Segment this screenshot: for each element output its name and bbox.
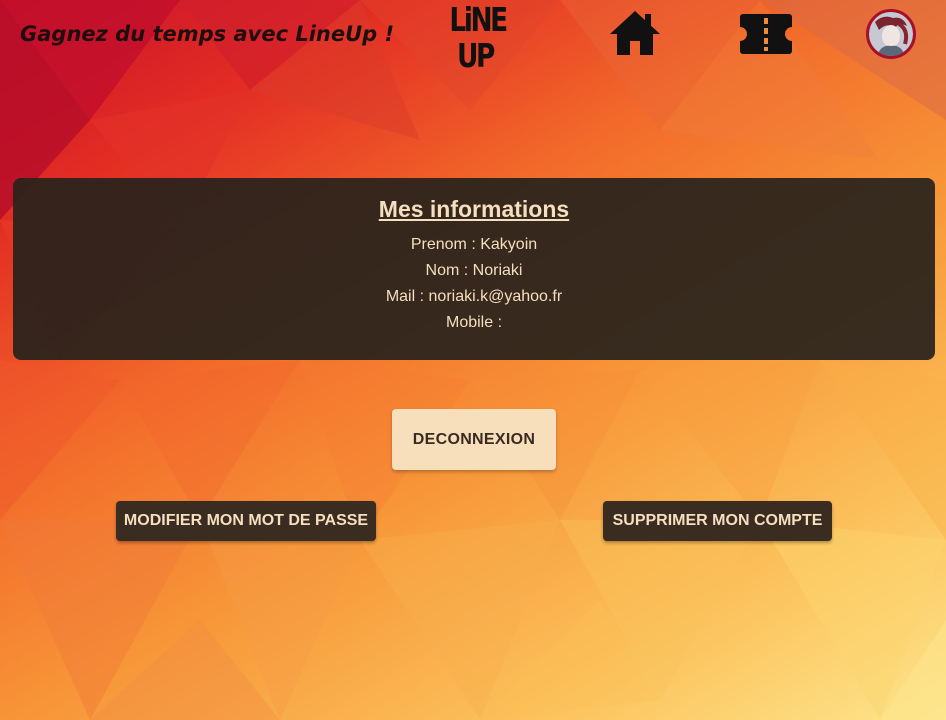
mail-label: Mail [385,288,416,305]
info-title: Mes informations [378,196,570,222]
mail-value: noriaki.k@yahoo.fr [428,288,563,305]
logo-text-top: LiNE [449,0,508,39]
prenom-label: Prenom [410,236,467,253]
tagline: Gagnez du temps avec LineUp ! [20,22,395,46]
info-row-mobile: Mobile : [445,314,503,331]
logout-button[interactable]: DECONNEXION [392,409,556,470]
mobile-label: Mobile [445,314,494,331]
nom-label: Nom [425,262,460,279]
lineup-logo[interactable]: LiNE UP [443,0,508,80]
background-low-poly [0,0,946,720]
user-info-card: Mes informations Prenom : Kakyoin Nom : … [13,178,935,360]
logo-text-bottom: UP [457,36,495,75]
info-row-prenom: Prenom : Kakyoin [410,236,538,253]
home-icon[interactable] [608,8,662,58]
info-list: Prenom : Kakyoin Nom : Noriaki Mail : no… [13,232,935,336]
info-row-mail: Mail : noriaki.k@yahoo.fr [385,288,563,305]
top-bar: Gagnez du temps avec LineUp ! LiNE UP [0,0,946,80]
nom-value: Noriaki [472,262,523,279]
prenom-value: Kakyoin [480,236,538,253]
delete-account-button[interactable]: SUPPRIMER MON COMPTE [603,501,832,541]
ticket-icon[interactable] [739,12,793,56]
info-row-nom: Nom : Noriaki [425,262,523,279]
profile-picture [869,12,913,56]
change-password-button[interactable]: MODIFIER MON MOT DE PASSE [116,501,376,541]
avatar[interactable] [866,9,916,59]
